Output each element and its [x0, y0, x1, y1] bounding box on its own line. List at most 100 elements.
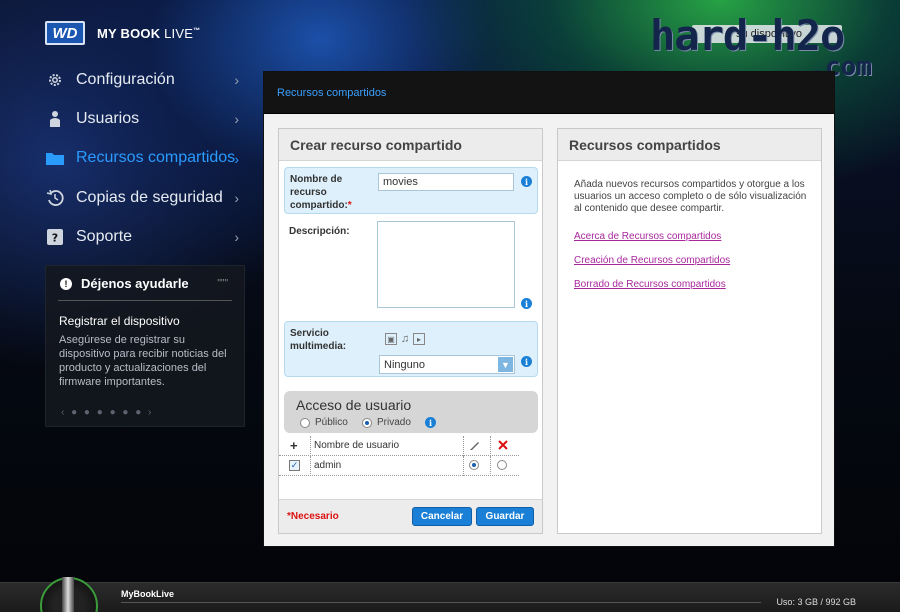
info-icon[interactable]: i — [521, 176, 532, 187]
user-checkbox[interactable]: ✓ — [289, 460, 300, 471]
svg-text:?: ? — [52, 231, 58, 244]
column-divider — [310, 436, 311, 456]
folder-icon — [45, 148, 65, 168]
help-heading-text: Déjenos ayudarle — [81, 276, 189, 291]
help-pager-text: ‹ ● ● ● ● ● ● › — [61, 407, 154, 418]
photo-icon: ▣ — [385, 333, 397, 345]
required-note: *Necesario — [287, 511, 339, 522]
table-header-row: + Nombre de usuario — [279, 436, 519, 456]
info-icon[interactable]: i — [425, 417, 436, 428]
save-button[interactable]: Guardar — [476, 507, 534, 526]
disk-bar-icon — [62, 577, 74, 612]
gear-icon — [45, 70, 65, 90]
usage-readout: Uso: 3 GB / 992 GB — [776, 597, 856, 607]
column-divider — [310, 456, 311, 476]
required-mark: * — [347, 200, 352, 211]
link-about-shares[interactable]: Acerca de Recursos compartidos — [574, 231, 721, 242]
check-icon: ✓ — [289, 460, 300, 471]
radio-control[interactable] — [469, 460, 479, 470]
help-icon: ? — [45, 227, 65, 247]
radio-public-control[interactable] — [300, 417, 310, 428]
description-textarea[interactable] — [377, 221, 515, 308]
link-create-shares[interactable]: Creación de Recursos compartidos — [574, 255, 730, 266]
column-divider — [490, 456, 491, 476]
shares-intro: Añada nuevos recursos compartidos y otor… — [574, 179, 807, 214]
link-delete-shares[interactable]: Borrado de Recursos compartidos — [574, 279, 726, 290]
user-name: admin — [314, 460, 342, 471]
chevron-right-icon: › — [234, 111, 239, 128]
shares-info-title: Recursos compartidos — [558, 129, 821, 161]
help-widget: ! Déjenos ayudarle """ Registrar el disp… — [45, 265, 245, 427]
nav-item-configuracion[interactable]: Configuración › — [45, 60, 245, 99]
add-icon[interactable]: + — [290, 438, 298, 453]
product-tm: ™ — [193, 27, 201, 35]
media-service-label: Servicio multimedia: — [290, 328, 347, 352]
history-icon — [45, 188, 65, 208]
nav-item-usuarios[interactable]: Usuarios › — [45, 99, 245, 138]
nav-item-recursos-compartidos[interactable]: Recursos compartidos › — [45, 139, 245, 178]
help-pager[interactable]: ‹ ● ● ● ● ● ● › — [61, 407, 153, 418]
nav-item-soporte[interactable]: ? Soporte › — [45, 217, 245, 256]
nav-label: Recursos compartidos — [76, 149, 236, 167]
music-icon: ♫ — [400, 333, 410, 345]
cancel-button[interactable]: Cancelar — [412, 507, 472, 526]
radio-private-label: Privado — [377, 417, 411, 428]
help-text: Asegúrese de registrar su dispositivo pa… — [59, 334, 227, 388]
pencil-icon — [469, 439, 481, 454]
create-share-title: Crear recurso compartido — [279, 129, 542, 161]
device-name: MyBookLive — [121, 589, 175, 599]
nav-item-copias-de-seguridad[interactable]: Copias de seguridad › — [45, 178, 245, 217]
create-share-card: Crear recurso compartido Nombre de recur… — [278, 128, 543, 534]
info-icon[interactable]: i — [521, 356, 532, 367]
radio-private-control[interactable] — [362, 417, 372, 428]
user-access-title: Acceso de usuario — [296, 397, 412, 413]
chevron-right-icon: › — [234, 72, 239, 88]
media-service-value: Ninguno — [384, 359, 425, 371]
radio-private[interactable]: Privado — [362, 417, 411, 428]
share-name-label: Nombre de recurso compartido:* — [290, 173, 358, 212]
nav-label: Usuarios — [76, 109, 140, 127]
info-icon[interactable]: i — [521, 298, 532, 309]
create-share-footer: *Necesario Cancelar Guardar — [279, 499, 542, 533]
user-icon — [45, 109, 65, 129]
share-name-input[interactable] — [378, 173, 514, 191]
radio-public-label: Público — [315, 417, 348, 428]
description-label: Descripción: — [289, 226, 350, 237]
user-access-section: Acceso de usuario Público Privado i — [284, 391, 538, 433]
column-divider — [490, 436, 491, 456]
chevron-right-icon: › — [234, 229, 239, 246]
nav-label: Copias de seguridad — [76, 188, 223, 206]
chevron-right-icon: › — [234, 189, 239, 206]
product-name-bold: MY BOOK — [97, 26, 161, 41]
nav-label: Soporte — [76, 227, 133, 245]
media-service-select[interactable]: Ninguno ▼ — [379, 355, 515, 374]
chevron-right-icon: › — [234, 150, 239, 167]
panel-title: Recursos compartidos — [264, 72, 834, 114]
divider — [121, 602, 761, 603]
radio-public[interactable]: Público — [300, 417, 348, 428]
table-row: ✓ admin — [279, 456, 519, 476]
help-heading: ! Déjenos ayudarle — [46, 266, 244, 291]
chevron-down-icon: ▼ — [498, 357, 513, 372]
nav-label: Configuración — [76, 70, 175, 88]
info-icon: ! — [60, 277, 72, 290]
media-service-group: Servicio multimedia: ▣ ♫ ▸ Ninguno ▼ i — [284, 321, 538, 377]
sidebar-nav: Configuración › Usuarios › Recursos comp… — [45, 60, 245, 256]
help-more-button[interactable]: """ — [217, 278, 228, 289]
deny-access-radio[interactable] — [497, 460, 512, 470]
status-bar: MyBookLive Uso: 3 GB / 992 GB — [0, 577, 900, 612]
column-divider — [463, 456, 464, 476]
shares-info-card: Recursos compartidos Añada nuevos recurs… — [557, 128, 822, 534]
product-name-light: LIVE — [164, 26, 194, 41]
radio-control[interactable] — [497, 460, 507, 470]
main-panel: Recursos compartidos Crear recurso compa… — [263, 71, 835, 547]
usage-value: 3 GB / 992 GB — [797, 597, 856, 607]
full-access-radio[interactable] — [469, 460, 484, 470]
help-title: Registrar el dispositivo — [59, 314, 180, 328]
usage-label: Uso: — [776, 597, 795, 607]
column-header-user: Nombre de usuario — [314, 440, 400, 451]
share-name-label-text: Nombre de recurso compartido: — [290, 174, 348, 211]
video-icon: ▸ — [413, 333, 425, 345]
wd-logo: WD — [45, 21, 85, 45]
user-permissions-table: + Nombre de usuario ✓ admin — [279, 436, 519, 476]
